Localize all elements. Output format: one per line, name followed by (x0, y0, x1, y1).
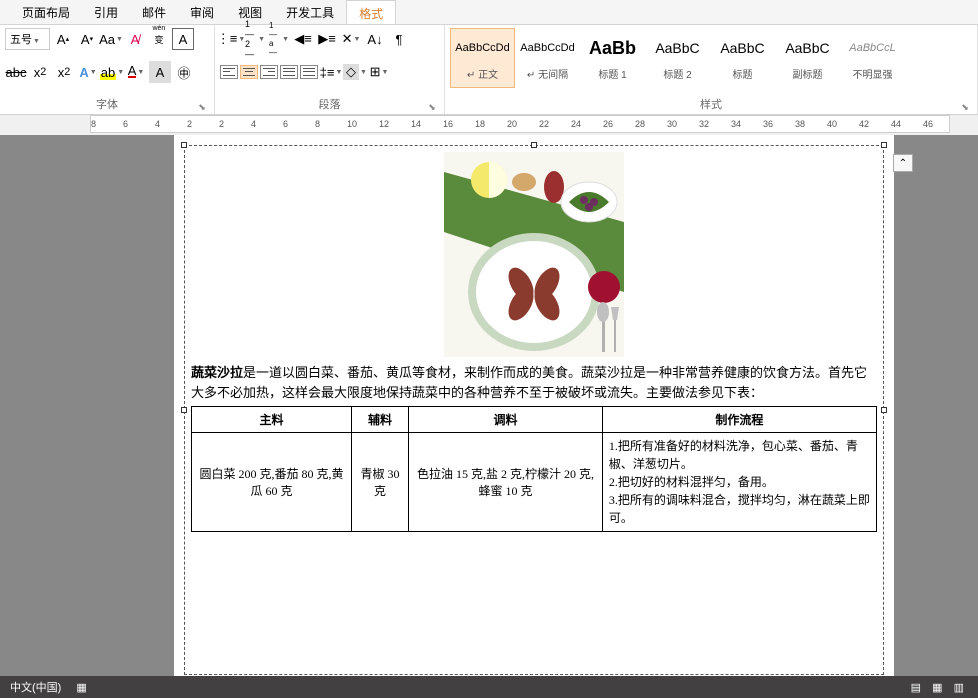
style-标题[interactable]: AaBbC标题 (710, 28, 775, 88)
page: ⌃ (174, 135, 894, 680)
shading-button[interactable]: ◇▼ (344, 61, 366, 83)
styles-gallery[interactable]: AaBbCcDd↵ 正文AaBbCcDd↵ 无间隔AaBb标题 1AaBbC标题… (450, 28, 972, 88)
layout-options-button[interactable]: ⌃ (893, 154, 913, 172)
cell-process[interactable]: 1.把所有准备好的材料洗净，包心菜、番茄、青椒、洋葱切片。2.把切好的材料混拌匀… (602, 433, 876, 532)
tab-引用[interactable]: 引用 (82, 0, 130, 24)
font-size-select[interactable]: 五号▼ (5, 28, 50, 50)
recipe-table[interactable]: 主料辅料调料制作流程 圆白菜 200 克,番茄 80 克,黄瓜 60 克 青椒 … (191, 406, 877, 532)
view-print-button[interactable]: ▦ (932, 682, 942, 694)
th-主料[interactable]: 主料 (192, 407, 352, 433)
multilevel-button[interactable]: 1—a—▼ (268, 28, 290, 50)
group-styles-label: 样式⬊ (450, 94, 972, 114)
macro-icon[interactable]: ▦ (76, 682, 86, 694)
change-case-button[interactable]: Aa▼ (100, 28, 122, 50)
intro-text: 是一道以圆白菜、番茄、黄瓜等食材，来制作而成的美食。蔬菜沙拉是一种非常营养健康的… (191, 365, 867, 400)
title-bold: 蔬菜沙拉 (191, 365, 243, 380)
para-dialog-launcher[interactable]: ⬊ (427, 102, 437, 112)
document-area[interactable]: ⌃ (0, 135, 978, 680)
shrink-font-button[interactable]: A▾ (76, 28, 98, 50)
align-left-button[interactable] (220, 65, 238, 79)
tab-格式[interactable]: 格式 (346, 0, 396, 24)
horizontal-ruler[interactable]: 8642246810121416182022242628303234363840… (90, 115, 950, 133)
style-标题 1[interactable]: AaBb标题 1 (580, 28, 645, 88)
group-para-label: 段落⬊ (220, 94, 439, 114)
font-color-button[interactable]: A▼ (125, 61, 147, 83)
status-bar: 中文(中国) ▦ ▤ ▦ ▥ (0, 676, 978, 698)
font-dialog-launcher[interactable]: ⬊ (197, 102, 207, 112)
char-border-button[interactable]: A (172, 28, 194, 50)
enclose-char-button[interactable]: ㊥ (173, 61, 195, 83)
phonetic-button[interactable]: 变wén (148, 28, 170, 50)
align-right-button[interactable] (260, 65, 278, 79)
style-不明显强[interactable]: AaBbCcL不明显强 (840, 28, 905, 88)
indent-inc-button[interactable]: ▶≡ (316, 28, 338, 50)
cell-aux[interactable]: 青椒 30 克 (351, 433, 408, 532)
resize-handle-ne[interactable] (881, 142, 887, 148)
food-image[interactable] (444, 152, 624, 357)
ruler-area: 8642246810121416182022242628303234363840… (0, 115, 978, 135)
align-justify-button[interactable] (280, 65, 298, 79)
style-↵ 正文[interactable]: AaBbCcDd↵ 正文 (450, 28, 515, 88)
cell-season[interactable]: 色拉油 15 克,盐 2 克,柠檬汁 20 克,蜂蜜 10 克 (409, 433, 603, 532)
strike-button[interactable]: abc (5, 61, 27, 83)
text-effects-button[interactable]: A▼ (77, 61, 99, 83)
resize-handle-nw[interactable] (181, 142, 187, 148)
styles-dialog-launcher[interactable]: ⬊ (960, 102, 970, 112)
clear-format-button[interactable]: A̸ (124, 28, 146, 50)
indent-dec-button[interactable]: ◀≡ (292, 28, 314, 50)
bullets-button[interactable]: ⋮≡▼ (220, 28, 242, 50)
ribbon-tabs: 页面布局引用邮件审阅视图开发工具格式 (0, 0, 978, 25)
table-data-row: 圆白菜 200 克,番茄 80 克,黄瓜 60 克 青椒 30 克 色拉油 15… (192, 433, 877, 532)
text-frame-selection[interactable]: ⌃ (184, 145, 884, 675)
style-↵ 无间隔[interactable]: AaBbCcDd↵ 无间隔 (515, 28, 580, 88)
subscript-button[interactable]: x2 (29, 61, 51, 83)
status-lang[interactable]: 中文(中国) (10, 682, 61, 694)
cell-main[interactable]: 圆白菜 200 克,番茄 80 克,黄瓜 60 克 (192, 433, 352, 532)
align-distribute-button[interactable] (300, 65, 318, 79)
grow-font-button[interactable]: A▴ (52, 28, 74, 50)
resize-handle-w[interactable] (181, 407, 187, 413)
intro-paragraph: 蔬菜沙拉是一道以圆白菜、番茄、黄瓜等食材，来制作而成的美食。蔬菜沙拉是一种非常营… (191, 363, 877, 402)
resize-handle-e[interactable] (881, 407, 887, 413)
line-spacing-button[interactable]: ‡≡▼ (320, 61, 342, 83)
font-size-value: 五号 (10, 34, 32, 46)
ribbon: 五号▼ A▴ A▾ Aa▼ A̸ 变wén A abc x2 x2 A▼ ab▼… (0, 25, 978, 115)
sort-button[interactable]: A↓ (364, 28, 386, 50)
tab-页面布局[interactable]: 页面布局 (10, 0, 82, 24)
group-font-label: 字体⬊ (5, 94, 209, 114)
th-辅料[interactable]: 辅料 (351, 407, 408, 433)
group-paragraph: ⋮≡▼ 1—2—▼ 1—a—▼ ◀≡ ▶≡ ✕▼ A↓ ¶ ‡≡▼ ◇▼ ⊞▼ … (215, 25, 445, 114)
status-right: ▤ ▦ ▥ (907, 681, 968, 694)
numbering-button[interactable]: 1—2—▼ (244, 28, 266, 50)
char-shading-button[interactable]: A (149, 61, 171, 83)
align-center-button[interactable] (240, 65, 258, 79)
view-web-button[interactable]: ▥ (954, 682, 964, 694)
style-标题 2[interactable]: AaBbC标题 2 (645, 28, 710, 88)
group-font: 五号▼ A▴ A▾ Aa▼ A̸ 变wén A abc x2 x2 A▼ ab▼… (0, 25, 215, 114)
tab-审阅[interactable]: 审阅 (178, 0, 226, 24)
group-styles: AaBbCcDd↵ 正文AaBbCcDd↵ 无间隔AaBb标题 1AaBbC标题… (445, 25, 978, 114)
tab-邮件[interactable]: 邮件 (130, 0, 178, 24)
status-left: 中文(中国) ▦ (10, 679, 87, 695)
superscript-button[interactable]: x2 (53, 61, 75, 83)
table-header-row: 主料辅料调料制作流程 (192, 407, 877, 433)
borders-button[interactable]: ⊞▼ (368, 61, 390, 83)
style-副标题[interactable]: AaBbC副标题 (775, 28, 840, 88)
asian-layout-button[interactable]: ✕▼ (340, 28, 362, 50)
show-marks-button[interactable]: ¶ (388, 28, 410, 50)
highlight-button[interactable]: ab▼ (101, 61, 123, 83)
th-调料[interactable]: 调料 (409, 407, 603, 433)
resize-handle-n[interactable] (531, 142, 537, 148)
th-制作流程[interactable]: 制作流程 (602, 407, 876, 433)
view-read-button[interactable]: ▤ (911, 682, 921, 694)
tab-开发工具[interactable]: 开发工具 (274, 0, 346, 24)
